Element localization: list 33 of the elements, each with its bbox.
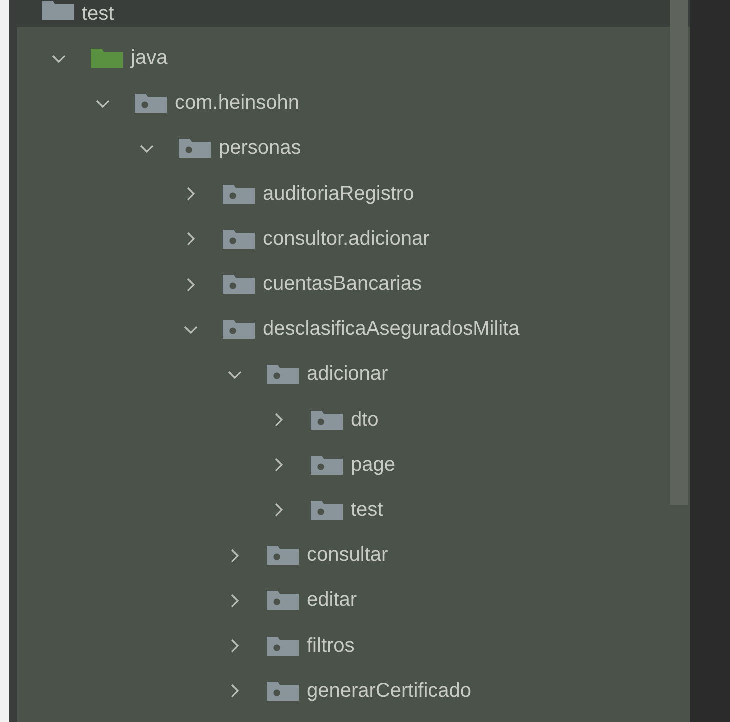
folder-icon <box>42 1 74 20</box>
tree-item-label[interactable]: test <box>351 498 384 522</box>
package-folder-icon <box>179 139 211 158</box>
tree-item-label[interactable]: generarCertificado <box>307 680 472 703</box>
folder-icon <box>91 49 123 68</box>
package-folder-icon <box>311 410 343 430</box>
package-folder-icon <box>223 275 255 294</box>
tree-item-label[interactable]: editar <box>307 589 358 612</box>
tree-item-label[interactable]: filtros <box>307 634 355 658</box>
package-folder-icon <box>223 320 255 340</box>
package-folder-icon <box>267 636 299 656</box>
tree-item-label[interactable]: auditoriaRegistro <box>263 182 414 206</box>
scrollbar-thumb[interactable] <box>670 0 688 505</box>
package-folder-icon <box>311 500 343 520</box>
package-folder-icon <box>267 546 299 566</box>
tree-item-label[interactable]: dto <box>351 408 379 432</box>
tree-item-label[interactable]: desclasificaAseguradosMilita <box>263 318 520 342</box>
tree-item-label[interactable]: test <box>82 2 114 26</box>
tree-item-label[interactable]: java <box>131 47 168 70</box>
tree-item-label[interactable]: personas <box>219 137 302 160</box>
package-folder-icon <box>267 591 299 610</box>
package-folder-icon <box>267 365 299 384</box>
package-folder-icon <box>223 184 255 204</box>
package-folder-icon <box>223 230 255 249</box>
package-folder-icon <box>135 94 167 114</box>
package-folder-icon <box>267 682 299 701</box>
tree-item-label[interactable]: page <box>351 454 396 477</box>
package-folder-icon <box>311 456 343 475</box>
tree-item-label[interactable]: com.heinsohn <box>175 92 300 116</box>
tree-item-label[interactable]: consultor.adicionar <box>263 228 430 251</box>
tree-item-label[interactable]: adicionar <box>307 363 388 386</box>
tree-item-label[interactable]: consultar <box>307 544 388 568</box>
tree-item-label[interactable]: cuentasBancarias <box>263 273 422 296</box>
